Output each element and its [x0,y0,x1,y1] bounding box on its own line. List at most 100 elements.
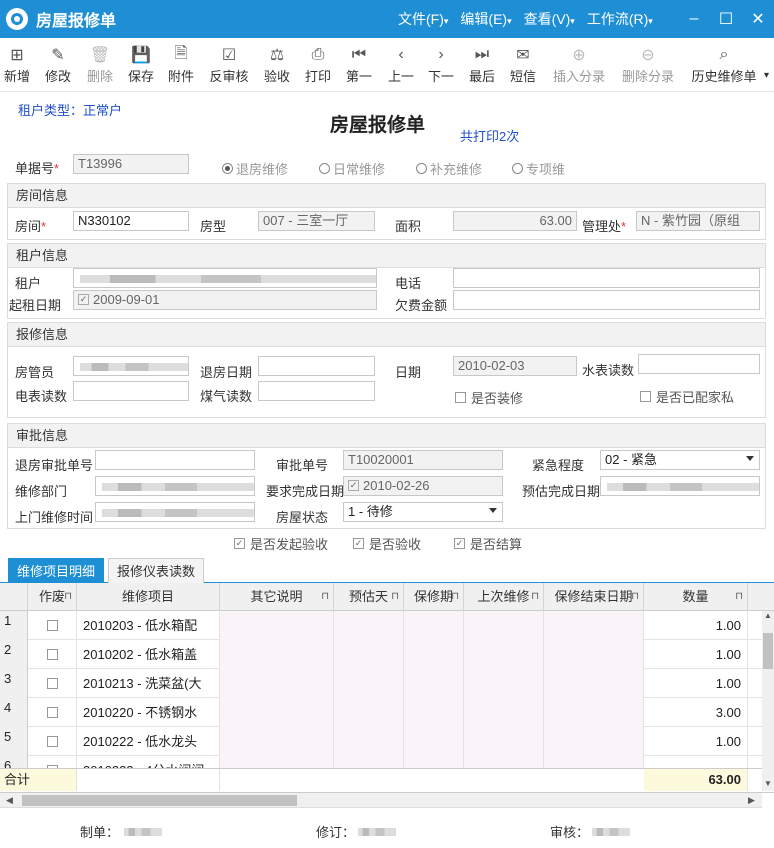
grid-cell[interactable] [544,727,644,756]
qty-cell[interactable]: 1.00 [644,727,748,756]
toolbar-button-unaudit[interactable]: ☑ 反审核 [209,44,249,85]
qty-cell[interactable]: 3.00 [644,698,748,727]
grid-cell[interactable] [404,698,464,727]
grid-cell[interactable] [334,727,404,756]
maximize-icon[interactable]: ☐ [710,9,742,29]
menu-file[interactable]: 文件(F)▾ [398,9,448,29]
grid-cell[interactable] [334,698,404,727]
item-cell[interactable]: 2010202 - 低水箱盖 [77,640,220,669]
col-est-days[interactable]: 预估天 ⊓ [334,583,404,611]
grid-cell[interactable] [334,640,404,669]
table-row[interactable]: 2 2010202 - 低水箱盖 1.00 [0,640,762,669]
grid-cell[interactable] [404,727,464,756]
urgency-select[interactable]: 02 - 紧急 [600,450,760,470]
grid-cell[interactable] [404,640,464,669]
grid-cell[interactable] [544,640,644,669]
table-row[interactable]: 5 2010222 - 低水龙头 1.00 [0,727,762,756]
date-field[interactable]: 2010-02-03 [453,356,577,376]
grid-cell[interactable] [544,698,644,727]
void-checkbox[interactable] [28,698,77,727]
toolbar-button-insert-row[interactable]: ⊕ 插入分录 [551,44,607,85]
radio-checkout-repair[interactable]: 退房维修 [222,159,288,178]
pin-icon[interactable]: ⊓ [735,583,743,611]
doc-no-field[interactable]: T13996 [73,154,189,174]
pin-icon[interactable]: ⊓ [391,583,399,611]
toolbar-button-add[interactable]: ⊞ 新增 [3,44,31,85]
tab-meter-readings[interactable]: 报修仪表读数 [108,558,204,583]
scroll-right-icon[interactable]: ▶ [748,793,755,808]
accepted-checkbox[interactable]: ✓ 是否验收 [353,534,421,553]
pin-icon[interactable]: ⊓ [531,583,539,611]
elec-reading-field[interactable] [73,381,189,401]
grid-cell[interactable] [464,698,544,727]
tab-repair-items[interactable]: 维修项目明细 [8,558,104,583]
toolbar-button-save[interactable]: 💾 保存 [127,44,155,85]
item-cell[interactable]: 2010220 - 不锈钢水 [77,698,220,727]
toolbar-button-accept[interactable]: ⚖ 验收 [262,44,292,85]
item-cell[interactable]: 2010222 - 低水龙头 [77,727,220,756]
checkbox[interactable] [46,620,58,632]
grid-cell[interactable] [404,611,464,640]
pin-icon[interactable]: ⊓ [451,583,459,611]
close-icon[interactable]: ✕ [742,9,774,29]
initiate-accept-checkbox[interactable]: ✓ 是否发起验收 [234,534,328,553]
room-type-field[interactable]: 007 - 三室一厅 [258,211,375,231]
pin-icon[interactable]: ⊓ [631,583,639,611]
gas-reading-field[interactable] [258,381,375,401]
item-cell[interactable]: 2010203 - 低水箱配 [77,611,220,640]
room-status-select[interactable]: 1 - 待修 [343,502,503,522]
menu-edit[interactable]: 编辑(E)▾ [460,9,511,29]
visit-time-field[interactable] [95,502,255,522]
grid-cell[interactable] [464,611,544,640]
office-field[interactable]: N - 紫竹园（原组 [636,211,760,231]
table-row[interactable]: 4 2010220 - 不锈钢水 3.00 [0,698,762,727]
start-date-field[interactable]: ✓ 2009-09-01 [73,290,377,310]
approval-no-field[interactable]: T10020001 [343,450,503,470]
repair-dept-field[interactable] [95,476,255,496]
table-row[interactable]: 1 2010203 - 低水箱配 1.00 [0,611,762,640]
furnished-checkbox[interactable]: 是否已配家私 [640,387,734,406]
toolbar-button-print[interactable]: ⎙ 打印 [304,44,332,85]
area-field[interactable]: 63.00 [453,211,577,231]
toolbar-button-message[interactable]: ✉ 短信 [509,44,537,85]
toolbar-button-trash[interactable]: 🗑 删除 [86,44,114,85]
grid-cell[interactable] [544,611,644,640]
grid-cell[interactable] [464,727,544,756]
grid-cell[interactable] [464,640,544,669]
minimize-icon[interactable]: – [678,10,710,28]
vertical-scroll-thumb[interactable] [763,633,773,669]
room-field[interactable]: N330102 [73,211,189,231]
grid-cell[interactable] [544,669,644,698]
item-cell[interactable]: 2010213 - 洗菜盆(大 [77,669,220,698]
void-checkbox[interactable] [28,640,77,669]
settled-checkbox[interactable]: ✓ 是否结算 [454,534,522,553]
required-date-field[interactable]: ✓ 2010-02-26 [343,476,503,496]
grid-cell[interactable] [464,669,544,698]
qty-cell[interactable]: 1.00 [644,669,748,698]
toolbar-more-icon[interactable]: ▾ [764,70,769,81]
col-warranty[interactable]: 保修期 ⊓ [404,583,464,611]
void-checkbox[interactable] [28,669,77,698]
horizontal-scroll-thumb[interactable] [22,795,297,806]
col-void[interactable]: 作废 ⊓ [28,583,77,611]
checkbox[interactable] [46,649,58,661]
pin-icon[interactable]: ⊓ [321,583,329,611]
toolbar-button-delete-row[interactable]: ⊖ 删除分录 [620,44,676,85]
grid-cell[interactable] [220,727,334,756]
grid-cell[interactable] [220,640,334,669]
manager-field[interactable] [73,356,189,376]
checkout-date-field[interactable] [258,356,375,376]
checkbox[interactable] [46,678,58,690]
col-last-repair[interactable]: 上次维修 ⊓ [464,583,544,611]
grid-horizontal-scrollbar[interactable]: ◀ ▶ [0,793,762,808]
radio-extra-repair[interactable]: 补充维修 [416,159,482,178]
col-notes[interactable]: 其它说明 ⊓ [220,583,334,611]
toolbar-button-search[interactable]: ⌕ 历史维修单 [690,44,758,85]
grid-vertical-scrollbar[interactable]: ▲ ▼ [762,611,774,791]
table-row[interactable]: 3 2010213 - 洗菜盆(大 1.00 [0,669,762,698]
water-reading-field[interactable] [638,354,760,374]
toolbar-button-first[interactable]: ⏮ 第一 [345,44,373,85]
phone-field[interactable] [453,268,760,288]
radio-special-repair[interactable]: 专项维 [512,159,565,178]
grid-cell[interactable] [220,611,334,640]
